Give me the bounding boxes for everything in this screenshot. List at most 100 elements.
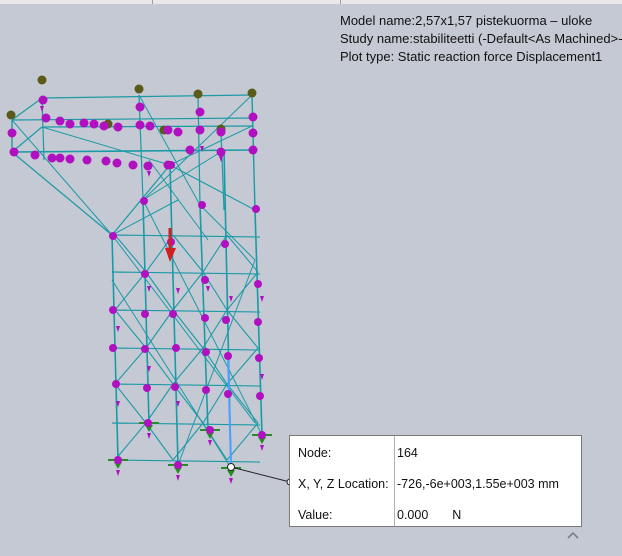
node xyxy=(55,116,65,126)
beam xyxy=(220,131,225,211)
arrow-marker xyxy=(116,326,120,332)
node xyxy=(30,150,40,160)
node xyxy=(201,276,209,284)
beam xyxy=(111,234,256,424)
node xyxy=(254,318,262,326)
reaction-arrow xyxy=(176,475,180,481)
node xyxy=(47,153,57,163)
node xyxy=(128,160,138,170)
node xyxy=(174,461,182,469)
node xyxy=(143,384,151,392)
beam xyxy=(11,119,113,236)
node xyxy=(169,310,177,318)
node xyxy=(222,316,230,324)
node xyxy=(38,95,48,105)
location-label: X, Y, Z Location: xyxy=(298,477,389,491)
node xyxy=(221,240,229,248)
beam xyxy=(199,204,256,261)
probed-node-marker[interactable] xyxy=(227,463,235,471)
node xyxy=(101,156,111,166)
beam xyxy=(111,347,261,351)
beam xyxy=(169,164,256,211)
beam xyxy=(111,199,179,236)
reaction-arrow xyxy=(260,445,264,451)
beam xyxy=(11,151,113,236)
beam xyxy=(111,271,261,275)
node-row: Node: 164 xyxy=(290,437,581,467)
node xyxy=(185,145,195,155)
node xyxy=(55,153,65,163)
node xyxy=(206,426,214,434)
node xyxy=(216,127,226,137)
node xyxy=(248,145,258,155)
study-name: Study name:stabiliteetti (-Default<As Ma… xyxy=(340,31,622,46)
node xyxy=(193,89,203,99)
node xyxy=(198,201,206,209)
beam xyxy=(142,149,225,201)
beam xyxy=(114,309,147,349)
plot-type: Plot type: Static reaction force Displac… xyxy=(340,49,603,64)
node xyxy=(141,270,149,278)
arrow-marker xyxy=(260,296,264,302)
beam xyxy=(145,309,174,349)
node xyxy=(145,121,155,131)
node xyxy=(144,419,152,427)
node xyxy=(224,352,232,360)
beam xyxy=(226,271,259,311)
beam xyxy=(11,97,43,121)
load-arrow xyxy=(165,248,176,262)
arrow-marker xyxy=(206,286,210,292)
node xyxy=(112,158,122,168)
node xyxy=(109,306,117,314)
arrow-marker xyxy=(40,106,44,112)
chevron-up-icon[interactable] xyxy=(567,531,579,539)
node xyxy=(135,120,145,130)
node xyxy=(202,386,210,394)
probe-leader-line xyxy=(230,466,291,483)
beam xyxy=(114,347,147,385)
node xyxy=(82,155,92,165)
arrow-marker xyxy=(147,286,151,292)
node xyxy=(255,354,263,362)
node xyxy=(109,344,117,352)
node xyxy=(89,119,99,129)
node xyxy=(7,128,17,138)
node xyxy=(135,102,145,112)
node xyxy=(247,88,257,98)
node xyxy=(195,107,205,117)
arrow-marker xyxy=(176,288,180,294)
node xyxy=(65,119,75,129)
arrow-marker xyxy=(147,171,151,177)
node xyxy=(171,383,179,391)
reaction-arrow xyxy=(229,478,233,484)
node xyxy=(248,128,258,138)
beam xyxy=(114,271,147,311)
node xyxy=(65,154,75,164)
node xyxy=(79,118,89,128)
value-row: Value: 0.000 N xyxy=(290,499,581,529)
node xyxy=(201,314,209,322)
beam xyxy=(226,309,259,349)
node xyxy=(112,380,120,388)
beam xyxy=(41,94,253,99)
node xyxy=(140,197,148,205)
beam xyxy=(172,309,204,349)
arrow-marker xyxy=(229,296,233,302)
beam xyxy=(114,422,147,461)
node-label: Node: xyxy=(298,446,332,460)
node xyxy=(248,112,258,122)
node-value: 164 xyxy=(397,446,418,460)
value-label: Value: xyxy=(298,508,333,522)
node xyxy=(6,110,16,120)
value-field: 0.000 N xyxy=(397,508,461,522)
probe-result-popup[interactable]: Node: 164 X, Y, Z Location: -726,-6e+003… xyxy=(289,435,582,527)
reaction-arrow xyxy=(208,440,212,446)
node xyxy=(216,147,226,157)
beam xyxy=(111,383,261,387)
beam xyxy=(177,259,256,466)
node xyxy=(258,431,266,439)
value-number: 0.000 xyxy=(397,508,429,522)
node xyxy=(37,75,47,85)
node xyxy=(202,348,210,356)
node xyxy=(9,147,19,157)
